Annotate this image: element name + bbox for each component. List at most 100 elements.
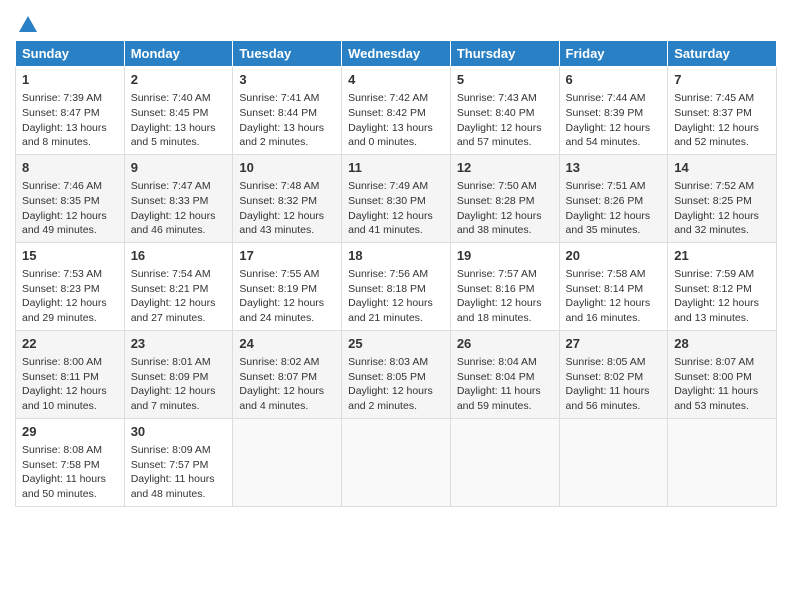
- day-number: 16: [131, 247, 227, 265]
- sunrise-info: Sunrise: 7:46 AM: [22, 180, 102, 192]
- header-tuesday: Tuesday: [233, 41, 342, 67]
- daylight-hours: Daylight: 11 hours and 56 minutes.: [566, 385, 650, 412]
- sunrise-info: Sunrise: 7:59 AM: [674, 268, 754, 280]
- sunset-info: Sunset: 8:23 PM: [22, 283, 100, 295]
- sunrise-info: Sunrise: 7:53 AM: [22, 268, 102, 280]
- calendar-cell: [668, 418, 777, 506]
- logo: [15, 14, 39, 36]
- day-number: 22: [22, 335, 118, 353]
- page-header: [15, 10, 777, 36]
- daylight-hours: Daylight: 12 hours and 32 minutes.: [674, 210, 759, 237]
- calendar-cell: 30Sunrise: 8:09 AMSunset: 7:57 PMDayligh…: [124, 418, 233, 506]
- day-number: 7: [674, 71, 770, 89]
- day-number: 17: [239, 247, 335, 265]
- sunrise-info: Sunrise: 7:54 AM: [131, 268, 211, 280]
- daylight-hours: Daylight: 13 hours and 2 minutes.: [239, 122, 324, 149]
- day-number: 23: [131, 335, 227, 353]
- calendar-cell: [233, 418, 342, 506]
- calendar-week-row: 1Sunrise: 7:39 AMSunset: 8:47 PMDaylight…: [16, 67, 777, 155]
- day-number: 10: [239, 159, 335, 177]
- sunset-info: Sunset: 8:19 PM: [239, 283, 317, 295]
- calendar-cell: 5Sunrise: 7:43 AMSunset: 8:40 PMDaylight…: [450, 67, 559, 155]
- sunset-info: Sunset: 8:18 PM: [348, 283, 426, 295]
- sunset-info: Sunset: 8:14 PM: [566, 283, 644, 295]
- sunrise-info: Sunrise: 8:08 AM: [22, 444, 102, 456]
- day-number: 26: [457, 335, 553, 353]
- daylight-hours: Daylight: 12 hours and 41 minutes.: [348, 210, 433, 237]
- calendar-week-row: 8Sunrise: 7:46 AMSunset: 8:35 PMDaylight…: [16, 154, 777, 242]
- day-number: 18: [348, 247, 444, 265]
- sunset-info: Sunset: 7:57 PM: [131, 459, 209, 471]
- calendar-cell: 10Sunrise: 7:48 AMSunset: 8:32 PMDayligh…: [233, 154, 342, 242]
- sunset-info: Sunset: 7:58 PM: [22, 459, 100, 471]
- sunrise-info: Sunrise: 7:43 AM: [457, 92, 537, 104]
- calendar-cell: 26Sunrise: 8:04 AMSunset: 8:04 PMDayligh…: [450, 330, 559, 418]
- sunrise-info: Sunrise: 7:51 AM: [566, 180, 646, 192]
- sunrise-info: Sunrise: 8:07 AM: [674, 356, 754, 368]
- sunrise-info: Sunrise: 7:39 AM: [22, 92, 102, 104]
- calendar-week-row: 15 Sunrise: 7:53 AM Sunset: 8:23 PM Dayligh…: [16, 242, 777, 330]
- daylight-hours: Daylight: 12 hours and 46 minutes.: [131, 210, 216, 237]
- day-number: 27: [566, 335, 662, 353]
- sunrise-info: Sunrise: 7:57 AM: [457, 268, 537, 280]
- sunrise-info: Sunrise: 7:56 AM: [348, 268, 428, 280]
- sunset-info: Sunset: 8:12 PM: [674, 283, 752, 295]
- sunset-info: Sunset: 8:21 PM: [131, 283, 209, 295]
- sunset-info: Sunset: 8:26 PM: [566, 195, 644, 207]
- sunrise-info: Sunrise: 7:49 AM: [348, 180, 428, 192]
- daylight-hours: Daylight: 13 hours and 8 minutes.: [22, 122, 107, 149]
- calendar-cell: [342, 418, 451, 506]
- sunrise-info: Sunrise: 7:45 AM: [674, 92, 754, 104]
- sunrise-info: Sunrise: 7:55 AM: [239, 268, 319, 280]
- sunset-info: Sunset: 8:45 PM: [131, 107, 209, 119]
- daylight-hours: Daylight: 11 hours and 53 minutes.: [674, 385, 758, 412]
- calendar-cell: 1Sunrise: 7:39 AMSunset: 8:47 PMDaylight…: [16, 67, 125, 155]
- day-number: 12: [457, 159, 553, 177]
- sunrise-info: Sunrise: 7:48 AM: [239, 180, 319, 192]
- sunrise-info: Sunrise: 7:58 AM: [566, 268, 646, 280]
- sunrise-info: Sunrise: 8:03 AM: [348, 356, 428, 368]
- day-number: 8: [22, 159, 118, 177]
- calendar-cell: 23Sunrise: 8:01 AMSunset: 8:09 PMDayligh…: [124, 330, 233, 418]
- calendar-cell: 22Sunrise: 8:00 AMSunset: 8:11 PMDayligh…: [16, 330, 125, 418]
- sunset-info: Sunset: 8:42 PM: [348, 107, 426, 119]
- calendar-cell: 8Sunrise: 7:46 AMSunset: 8:35 PMDaylight…: [16, 154, 125, 242]
- header-thursday: Thursday: [450, 41, 559, 67]
- day-number: 24: [239, 335, 335, 353]
- calendar-cell: 21Sunrise: 7:59 AMSunset: 8:12 PMDayligh…: [668, 242, 777, 330]
- sunrise-info: Sunrise: 7:47 AM: [131, 180, 211, 192]
- sunrise-info: Sunrise: 7:40 AM: [131, 92, 211, 104]
- day-number: 5: [457, 71, 553, 89]
- sunset-info: Sunset: 8:37 PM: [674, 107, 752, 119]
- calendar-cell: 24Sunrise: 8:02 AMSunset: 8:07 PMDayligh…: [233, 330, 342, 418]
- header-sunday: Sunday: [16, 41, 125, 67]
- calendar-cell: 19Sunrise: 7:57 AMSunset: 8:16 PMDayligh…: [450, 242, 559, 330]
- calendar-cell: 3Sunrise: 7:41 AMSunset: 8:44 PMDaylight…: [233, 67, 342, 155]
- daylight-hours: Daylight: 12 hours and 38 minutes.: [457, 210, 542, 237]
- header-monday: Monday: [124, 41, 233, 67]
- daylight-hours: Daylight: 12 hours and 57 minutes.: [457, 122, 542, 149]
- daylight-hours: Daylight: 12 hours and 16 minutes.: [566, 297, 651, 324]
- daylight-hours: Daylight: 12 hours and 13 minutes.: [674, 297, 759, 324]
- calendar-cell: 2Sunrise: 7:40 AMSunset: 8:45 PMDaylight…: [124, 67, 233, 155]
- sunset-info: Sunset: 8:47 PM: [22, 107, 100, 119]
- calendar-cell: 15Sunrise: 7:53 AMSunset: 8:23 PMDayligh…: [16, 242, 125, 330]
- calendar-cell: 29Sunrise: 8:08 AMSunset: 7:58 PMDayligh…: [16, 418, 125, 506]
- daylight-hours: Daylight: 12 hours and 49 minutes.: [22, 210, 107, 237]
- day-number: 29: [22, 423, 118, 441]
- sunset-info: Sunset: 8:04 PM: [457, 371, 535, 383]
- header-friday: Friday: [559, 41, 668, 67]
- sunrise-info: Sunrise: 7:41 AM: [239, 92, 319, 104]
- calendar-week-row: 29Sunrise: 8:08 AMSunset: 7:58 PMDayligh…: [16, 418, 777, 506]
- daylight-hours: Daylight: 12 hours and 27 minutes.: [131, 297, 216, 324]
- day-number: 9: [131, 159, 227, 177]
- daylight-hours: Daylight: 12 hours and 7 minutes.: [131, 385, 216, 412]
- day-number: 13: [566, 159, 662, 177]
- daylight-hours: Daylight: 13 hours and 5 minutes.: [131, 122, 216, 149]
- calendar-cell: 28Sunrise: 8:07 AMSunset: 8:00 PMDayligh…: [668, 330, 777, 418]
- day-number: 15: [22, 247, 118, 265]
- sunset-info: Sunset: 8:00 PM: [674, 371, 752, 383]
- day-number: 3: [239, 71, 335, 89]
- day-number: 19: [457, 247, 553, 265]
- sunset-info: Sunset: 8:30 PM: [348, 195, 426, 207]
